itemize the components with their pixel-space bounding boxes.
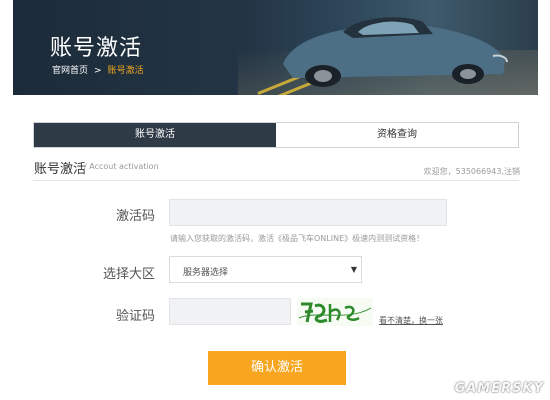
captcha-label: 验证码: [115, 309, 155, 324]
tab-account-activation[interactable]: 账号激活: [34, 123, 276, 147]
car-image: [283, 17, 508, 87]
breadcrumb-home-link[interactable]: 官网首页: [52, 66, 88, 76]
captcha-image[interactable]: [297, 298, 373, 326]
breadcrumb-current: 账号激活: [107, 66, 144, 76]
breadcrumb: 官网首页 > 账号激活: [52, 63, 144, 76]
captcha-glyphs: [298, 302, 372, 323]
server-select-value: 服务器选择: [183, 268, 229, 278]
tab-bar: 账号激活 资格查询: [33, 122, 519, 148]
region-label: 选择大区: [102, 267, 155, 282]
section-divider: [33, 180, 519, 181]
watermark-logo: GAMERSKY: [454, 381, 544, 396]
confirm-activation-button[interactable]: 确认激活: [208, 351, 346, 385]
server-select[interactable]: 服务器选择 ▼: [169, 256, 362, 283]
breadcrumb-separator: >: [94, 66, 102, 76]
tab-eligibility-query[interactable]: 资格查询: [276, 123, 518, 147]
activation-code-hint: 请输入您获取的激活码，激活《极品飞车ONLINE》极速内测测试资格！: [170, 234, 425, 243]
activation-code-input[interactable]: [169, 199, 447, 226]
dropdown-arrow-icon: ▼: [350, 265, 357, 274]
captcha-input[interactable]: [169, 298, 291, 325]
section-title: 账号激活: [34, 162, 87, 177]
captcha-refresh-link[interactable]: 看不清楚，换一张: [379, 315, 443, 326]
section-subtitle: / Accout activation: [84, 162, 159, 171]
header-banner: 账号激活 官网首页 > 账号激活: [13, 0, 538, 95]
user-info[interactable]: 欢迎您，535066943,注销: [424, 166, 520, 177]
page-title: 账号激活: [50, 36, 143, 61]
activation-code-label: 激活码: [115, 209, 155, 224]
